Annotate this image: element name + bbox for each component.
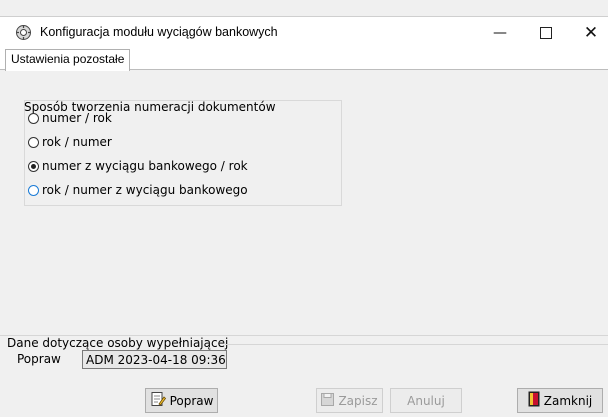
- window-title: Konfiguracja modułu wyciągów bankowych: [40, 25, 278, 39]
- title-bar: Konfiguracja modułu wyciągów bankowych —…: [0, 16, 608, 48]
- filler-section-label: Dane dotyczące osoby wypełniającej: [7, 336, 229, 350]
- radio-rok-numer-wyciag[interactable]: rok / numer z wyciągu bankowego: [28, 182, 248, 198]
- radio-label: rok / numer z wyciągu bankowego: [42, 183, 248, 197]
- exit-door-icon: [528, 391, 540, 410]
- radio-circle: [28, 184, 39, 196]
- radio-label: rok / numer: [42, 135, 112, 149]
- anuluj-button[interactable]: Anuluj: [390, 388, 462, 413]
- radio-numer-rok[interactable]: numer / rok: [28, 110, 112, 126]
- zapisz-button[interactable]: Zapisz: [316, 388, 383, 413]
- zamknij-button-label: Zamknij: [543, 393, 593, 408]
- maximize-button[interactable]: [523, 17, 569, 48]
- maximize-icon: [540, 26, 552, 39]
- minimize-button[interactable]: —: [477, 17, 523, 48]
- config-window: Konfiguracja modułu wyciągów bankowych —…: [0, 0, 608, 417]
- radio-label: numer z wyciągu bankowego / rok: [42, 159, 248, 173]
- radio-circle-checked: [28, 160, 39, 172]
- section-line: [225, 344, 608, 345]
- popraw-field-label: Popraw: [17, 352, 61, 366]
- close-button[interactable]: ✕: [568, 17, 608, 48]
- radio-rok-numer[interactable]: rok / numer: [28, 134, 112, 150]
- tab-ustawienia-pozostale[interactable]: Ustawienia pozostałe: [5, 49, 131, 71]
- radio-circle: [28, 112, 39, 124]
- anuluj-button-label: Anuluj: [407, 393, 445, 408]
- popraw-button-label: Popraw: [169, 393, 214, 408]
- tab-bar: Ustawienia pozostałe: [0, 47, 608, 71]
- popraw-button[interactable]: Popraw: [145, 388, 218, 413]
- app-icon: [15, 24, 32, 41]
- radio-circle: [28, 136, 39, 148]
- popraw-field: ADM 2023-04-18 09:36: [82, 350, 227, 369]
- save-icon: [321, 392, 335, 409]
- radio-numer-wyciag-rok[interactable]: numer z wyciągu bankowego / rok: [28, 158, 248, 174]
- zamknij-button[interactable]: Zamknij: [517, 388, 603, 413]
- radio-label: numer / rok: [42, 111, 112, 125]
- edit-icon: [150, 391, 166, 410]
- zapisz-button-label: Zapisz: [338, 393, 378, 408]
